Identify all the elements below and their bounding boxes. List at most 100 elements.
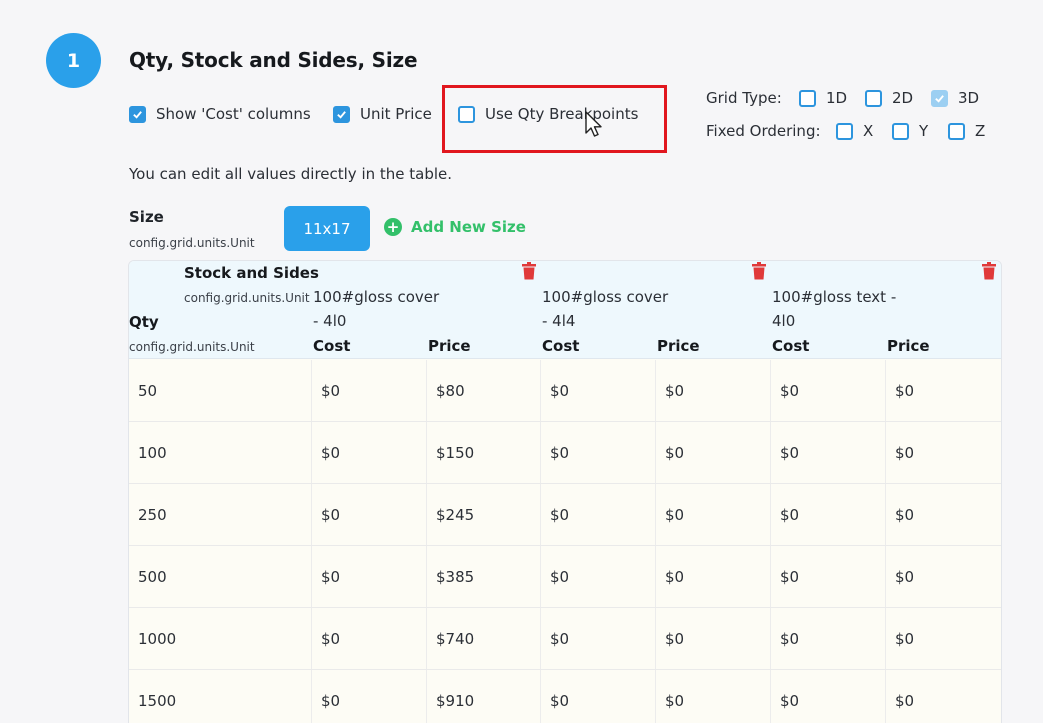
cost-cell[interactable]: $0: [312, 360, 427, 421]
stock-name-1[interactable]: 100#gloss cover - 4l0: [313, 285, 443, 333]
stock-3-price-header: Price: [887, 337, 930, 355]
grid-type-2d-option[interactable]: 2D: [865, 89, 913, 107]
fixed-ordering-x-checkbox[interactable]: [836, 122, 853, 140]
add-new-size-button[interactable]: + Add New Size: [384, 218, 526, 236]
cost-cell[interactable]: $0: [541, 670, 656, 723]
price-cell[interactable]: $910: [427, 670, 541, 723]
price-cell[interactable]: $0: [886, 360, 1001, 421]
delete-stock-3-trash-icon[interactable]: [981, 262, 997, 280]
fixed-ordering-z-label: Z: [975, 122, 986, 140]
qty-cell[interactable]: 250: [129, 484, 312, 545]
grid-type-2d-label: 2D: [892, 89, 914, 107]
grid-type-3d-label: 3D: [958, 89, 980, 107]
fixed-ordering-z-option[interactable]: Z: [948, 122, 985, 140]
cost-cell[interactable]: $0: [541, 608, 656, 669]
fixed-ordering-x-label: X: [863, 122, 874, 140]
table-row: 1500 $0 $910 $0 $0 $0 $0: [129, 670, 1001, 723]
price-cell[interactable]: $0: [656, 670, 771, 723]
fixed-ordering-y-option[interactable]: Y: [892, 122, 928, 140]
add-new-size-label: Add New Size: [411, 218, 526, 236]
qty-cell[interactable]: 1000: [129, 608, 312, 669]
cost-cell[interactable]: $0: [541, 484, 656, 545]
cost-cell[interactable]: $0: [312, 546, 427, 607]
stock-and-sides-header: Stock and Sides: [184, 264, 319, 282]
price-cell[interactable]: $0: [656, 546, 771, 607]
highlight-annotation-box: [442, 85, 667, 153]
unit-price-option[interactable]: Unit Price: [333, 105, 432, 123]
cost-cell[interactable]: $0: [771, 484, 886, 545]
mouse-pointer-icon: [585, 111, 602, 137]
cost-cell[interactable]: $0: [312, 608, 427, 669]
grid-type-1d-label: 1D: [826, 89, 848, 107]
unit-price-checkbox[interactable]: [333, 105, 350, 123]
price-cell[interactable]: $0: [656, 608, 771, 669]
table-row: 50 $0 $80 $0 $0 $0 $0: [129, 360, 1001, 422]
grid-type-1d-checkbox[interactable]: [799, 89, 816, 107]
plus-circle-icon: +: [384, 218, 402, 236]
show-cost-checkbox[interactable]: [129, 105, 146, 123]
cost-cell[interactable]: $0: [312, 484, 427, 545]
qty-cell[interactable]: 500: [129, 546, 312, 607]
cost-cell[interactable]: $0: [771, 360, 886, 421]
delete-stock-1-trash-icon[interactable]: [521, 262, 537, 280]
qty-cell[interactable]: 100: [129, 422, 312, 483]
stock-name-2[interactable]: 100#gloss cover - 4l4: [542, 285, 672, 333]
size-unit-text: config.grid.units.Unit: [129, 236, 255, 250]
grid-type-2d-checkbox[interactable]: [865, 89, 882, 107]
cost-cell[interactable]: $0: [312, 422, 427, 483]
stock-name-3[interactable]: 100#gloss text - 4l0: [772, 285, 902, 333]
qty-header: Qty: [129, 313, 159, 331]
stock-2-price-header: Price: [657, 337, 700, 355]
fixed-ordering-label: Fixed Ordering:: [706, 122, 821, 140]
grid-type-1d-option[interactable]: 1D: [799, 89, 847, 107]
price-cell[interactable]: $0: [656, 484, 771, 545]
fixed-ordering-y-checkbox[interactable]: [892, 122, 909, 140]
show-cost-columns-option[interactable]: Show 'Cost' columns: [129, 105, 311, 123]
cost-cell[interactable]: $0: [541, 422, 656, 483]
price-cell[interactable]: $80: [427, 360, 541, 421]
price-cell[interactable]: $740: [427, 608, 541, 669]
cost-cell[interactable]: $0: [771, 422, 886, 483]
price-cell[interactable]: $0: [886, 546, 1001, 607]
stock-unit-text: config.grid.units.Unit: [184, 291, 310, 305]
cost-cell[interactable]: $0: [771, 546, 886, 607]
cost-cell[interactable]: $0: [312, 670, 427, 723]
qty-cell[interactable]: 1500: [129, 670, 312, 723]
table-row: 100 $0 $150 $0 $0 $0 $0: [129, 422, 1001, 484]
cost-cell[interactable]: $0: [771, 670, 886, 723]
step-number-badge: 1: [46, 33, 101, 88]
grid-type-3d-checkbox[interactable]: [931, 89, 948, 107]
grid-type-label: Grid Type:: [706, 89, 782, 107]
show-cost-label: Show 'Cost' columns: [156, 105, 311, 123]
table-row: 250 $0 $245 $0 $0 $0 $0: [129, 484, 1001, 546]
price-cell[interactable]: $245: [427, 484, 541, 545]
qty-cell[interactable]: 50: [129, 360, 312, 421]
table-row: 1000 $0 $740 $0 $0 $0 $0: [129, 608, 1001, 670]
price-cell[interactable]: $0: [886, 422, 1001, 483]
fixed-ordering-z-checkbox[interactable]: [948, 122, 965, 140]
checkmark-icon: [337, 110, 346, 119]
price-cell[interactable]: $150: [427, 422, 541, 483]
unit-price-label: Unit Price: [360, 105, 432, 123]
fixed-ordering-x-option[interactable]: X: [836, 122, 873, 140]
stock-2-cost-header: Cost: [542, 337, 580, 355]
stock-1-price-header: Price: [428, 337, 471, 355]
stock-3-cost-header: Cost: [772, 337, 810, 355]
size-chip-11x17[interactable]: 11x17: [284, 206, 370, 251]
fixed-ordering-y-label: Y: [919, 122, 929, 140]
price-cell[interactable]: $0: [656, 422, 771, 483]
price-cell[interactable]: $385: [427, 546, 541, 607]
qty-unit-text: config.grid.units.Unit: [129, 340, 255, 354]
help-text: You can edit all values directly in the …: [129, 165, 453, 183]
grid-type-3d-option[interactable]: 3D: [931, 89, 979, 107]
price-cell[interactable]: $0: [886, 608, 1001, 669]
cost-cell[interactable]: $0: [771, 608, 886, 669]
table-row: 500 $0 $385 $0 $0 $0 $0: [129, 546, 1001, 608]
cost-cell[interactable]: $0: [541, 546, 656, 607]
price-cell[interactable]: $0: [886, 484, 1001, 545]
price-cell[interactable]: $0: [886, 670, 1001, 723]
delete-stock-2-trash-icon[interactable]: [751, 262, 767, 280]
size-label: Size: [129, 208, 164, 226]
cost-cell[interactable]: $0: [541, 360, 656, 421]
price-cell[interactable]: $0: [656, 360, 771, 421]
